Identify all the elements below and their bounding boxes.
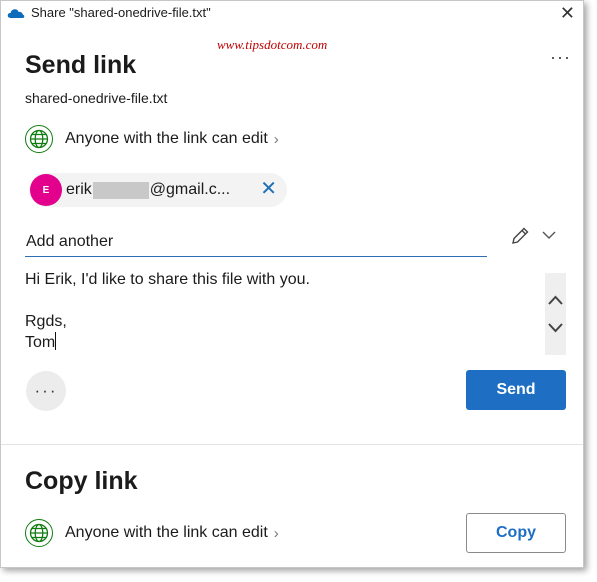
scroll-down-icon[interactable] [547,321,564,335]
send-link-permission-setting[interactable]: Anyone with the link can edit › [25,125,279,153]
close-icon[interactable]: ✕ [560,3,575,23]
chevron-right-icon: › [273,130,279,148]
recipient-chip[interactable]: E erik @gmail.c... ✕ [29,173,287,207]
title-bar: Share "shared-onedrive-file.txt" ✕ [1,1,583,27]
avatar: E [30,174,62,206]
remove-recipient-icon[interactable]: ✕ [260,177,277,201]
add-recipient-input[interactable] [25,227,487,257]
send-button[interactable]: Send [466,370,566,410]
watermark: www.tipsdotcom.com [217,37,328,52]
copy-link-heading: Copy link [25,467,138,495]
message-text: Hi Erik, I'd like to share this file wit… [25,271,310,351]
globe-icon [25,125,53,153]
more-icon[interactable]: ··· [550,47,571,68]
section-divider [1,444,583,445]
file-name: shared-onedrive-file.txt [25,90,168,106]
copy-link-permission-label: Anyone with the link can edit [65,524,268,541]
copy-link-permission-setting[interactable]: Anyone with the link can edit › [25,519,279,547]
copy-button[interactable]: Copy [466,513,566,553]
recipient-email-suffix: @gmail.c... [149,181,231,198]
globe-icon [25,519,53,547]
send-link-heading: Send link [25,51,137,79]
share-dialog: Share "shared-onedrive-file.txt" ✕ www.t… [0,0,584,568]
onedrive-cloud-icon [7,9,25,18]
more-options-button[interactable]: ··· [26,371,66,411]
message-field[interactable]: Hi Erik, I'd like to share this file wit… [25,269,543,355]
pencil-icon[interactable] [509,225,531,247]
chevron-down-icon[interactable] [541,229,557,241]
recipient-email: erik @gmail.c... [66,181,230,199]
redaction-block [92,181,149,199]
chevron-right-icon: › [273,524,279,542]
scroll-up-icon[interactable] [547,293,564,307]
recipient-email-prefix: erik [66,181,92,198]
text-cursor [55,332,57,350]
window-title: Share "shared-onedrive-file.txt" [31,5,211,20]
send-link-permission-label: Anyone with the link can edit [65,130,268,147]
message-scrollbar[interactable] [545,273,566,355]
